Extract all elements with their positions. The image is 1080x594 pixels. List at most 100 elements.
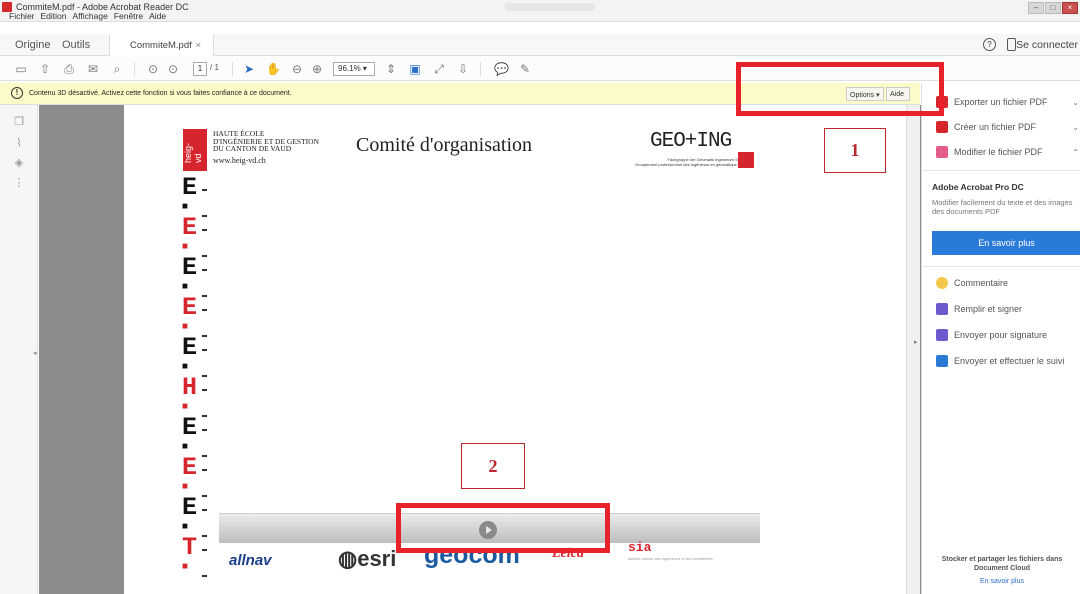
ruler-letter: T bbox=[182, 535, 212, 561]
menu-affichage[interactable]: Affichage bbox=[73, 11, 108, 21]
sia-logo: sia bbox=[628, 540, 652, 555]
chevron-down-icon[interactable]: ⌄ bbox=[1072, 123, 1079, 132]
menu-fenetre[interactable]: Fenêtre bbox=[114, 11, 143, 21]
email-icon[interactable]: ✉ bbox=[86, 62, 100, 76]
full-screen-icon[interactable]: ⤢ bbox=[432, 62, 446, 76]
esri-logo: ◍esri bbox=[338, 546, 397, 571]
menu-bar: Fichier Edition Affichage Fenêtre Aide bbox=[9, 11, 166, 21]
panel-item-label: Exporter un fichier PDF bbox=[954, 97, 1048, 107]
panel-item-label: Créer un fichier PDF bbox=[954, 122, 1037, 132]
sia-subtitle: société suisse des ingénieurs et des arc… bbox=[628, 556, 713, 561]
ruler-letter: E bbox=[182, 295, 212, 321]
panel-item-comment[interactable]: Commentaire bbox=[936, 276, 1080, 290]
mobile-link-icon[interactable] bbox=[1007, 38, 1016, 51]
school-line-3: DU CANTON DE VAUD bbox=[213, 144, 292, 153]
select-cursor-icon[interactable]: ➤ bbox=[242, 62, 256, 76]
hand-tool-icon[interactable]: ✋ bbox=[266, 62, 281, 76]
school-url: www.heig-vd.ch bbox=[213, 155, 266, 165]
panel-item-export-pdf[interactable]: Exporter un fichier PDF ⌄ bbox=[936, 95, 1080, 109]
tab-document-label: CommiteM.pdf bbox=[130, 40, 192, 51]
panel-item-send-track[interactable]: Envoyer et effectuer le suivi bbox=[936, 354, 1080, 368]
annotation-highlight-2 bbox=[396, 503, 610, 553]
geo-ing-subtitle: Fachgruppe der Geomatik Ingenieure Schwe… bbox=[600, 157, 750, 167]
ruler-tick: ■ bbox=[182, 561, 212, 577]
toolbar-divider bbox=[232, 62, 233, 76]
close-tab-icon[interactable]: × bbox=[195, 40, 201, 51]
panel-item-fill-sign[interactable]: Remplir et signer bbox=[936, 302, 1080, 316]
panel-item-label: Envoyer pour signature bbox=[954, 330, 1048, 340]
tab-home[interactable]: Origine bbox=[15, 39, 50, 51]
scroll-mode-icon[interactable]: ⇩ bbox=[456, 62, 470, 76]
document-title: Comité d'organisation bbox=[356, 134, 532, 156]
geo-ing-logo: GEO+ING bbox=[650, 130, 732, 153]
comment-tool-icon[interactable]: 💬 bbox=[494, 62, 509, 76]
sign-icon bbox=[936, 303, 948, 315]
zoom-level-select[interactable]: 96.1% ▾ bbox=[333, 62, 375, 76]
page-total: / 1 bbox=[210, 63, 219, 72]
tab-document[interactable]: CommiteM.pdf × bbox=[109, 34, 214, 56]
zoom-in-icon[interactable]: ⊕ bbox=[310, 62, 324, 76]
document-scrollbar[interactable] bbox=[906, 105, 920, 594]
title-bar: CommiteM.pdf - Adobe Acrobat Reader DC F… bbox=[0, 0, 1080, 22]
print-icon[interactable]: ⎙ bbox=[62, 62, 76, 76]
collapse-right-panel-icon[interactable]: ▸ bbox=[914, 338, 918, 346]
ruler-letter: H bbox=[182, 375, 212, 401]
panel-divider bbox=[922, 170, 1080, 171]
signin-link[interactable]: Se connecter bbox=[1016, 39, 1078, 51]
ruler-letter: E bbox=[182, 415, 212, 441]
learn-more-button[interactable]: En savoir plus bbox=[932, 231, 1080, 255]
model-tree-icon[interactable]: ⋮ bbox=[13, 176, 25, 189]
annotation-highlight-1 bbox=[736, 62, 944, 116]
tab-tools[interactable]: Outils bbox=[62, 39, 90, 51]
toolbar-divider bbox=[134, 62, 135, 76]
upload-cloud-icon[interactable]: ⇧ bbox=[38, 62, 52, 76]
pro-promo-description: Modifier facilement du texte et des imag… bbox=[932, 198, 1073, 216]
menu-aide[interactable]: Aide bbox=[149, 11, 166, 21]
panel-divider bbox=[922, 266, 1080, 267]
fit-page-icon[interactable]: ⇕ bbox=[384, 62, 398, 76]
close-window-button[interactable]: × bbox=[1062, 2, 1078, 14]
allnav-logo: allnav bbox=[229, 552, 272, 569]
warning-icon: ! bbox=[11, 87, 23, 99]
ruler-letter: E bbox=[182, 495, 212, 521]
next-page-icon[interactable]: ⊙ bbox=[166, 62, 180, 76]
minimize-button[interactable]: – bbox=[1028, 2, 1044, 14]
layers-icon[interactable]: ◈ bbox=[13, 156, 25, 169]
save-icon[interactable]: ▭ bbox=[14, 62, 28, 76]
page-thumbnails-icon[interactable]: ❐ bbox=[13, 115, 25, 128]
chevron-down-icon[interactable]: ⌄ bbox=[1072, 98, 1079, 107]
search-icon[interactable]: ⌕ bbox=[110, 62, 124, 76]
send-track-icon bbox=[936, 355, 948, 367]
panel-item-create-pdf[interactable]: Créer un fichier PDF ⌄ bbox=[936, 120, 1080, 134]
comment-icon bbox=[936, 277, 948, 289]
menu-edition[interactable]: Edition bbox=[41, 11, 67, 21]
panel-item-send-signature[interactable]: Envoyer pour signature bbox=[936, 328, 1080, 342]
fit-width-icon[interactable]: ▣ bbox=[408, 62, 422, 76]
menu-fichier[interactable]: Fichier bbox=[9, 11, 35, 21]
collapse-left-icon[interactable]: ◂ bbox=[33, 349, 37, 357]
page-number-input[interactable]: 1 bbox=[193, 62, 207, 76]
ruler-letter: E bbox=[182, 255, 212, 281]
zoom-out-icon[interactable]: ⊖ bbox=[290, 62, 304, 76]
window-controls: – □ × bbox=[1028, 2, 1078, 14]
ruler-letter: E bbox=[182, 455, 212, 481]
geo-ing-subtitle-line-2: Groupement professionnel des ingénieurs … bbox=[635, 162, 750, 167]
panel-item-edit-pdf[interactable]: Modifier le fichier PDF ⌃ bbox=[936, 145, 1080, 159]
eheig-vertical-ruler: E ■ E ■ E ■ E ■ E ■ H ■ E ■ E ■ E ■ T ■ bbox=[182, 175, 212, 583]
geo-ing-logo-mark bbox=[738, 152, 754, 168]
help-icon[interactable]: ? bbox=[983, 38, 996, 51]
chevron-up-icon[interactable]: ⌃ bbox=[1072, 148, 1079, 157]
tab-bar: Origine Outils CommiteM.pdf × ? Se conne… bbox=[0, 34, 1080, 56]
annotation-label-1: 1 bbox=[824, 128, 886, 173]
left-navigation-rail: ❐ ⌇ ◈ ⋮ ◂ bbox=[0, 105, 38, 594]
toolbar-divider bbox=[480, 62, 481, 76]
annotation-label-2: 2 bbox=[461, 443, 525, 489]
ruler-letter: E bbox=[182, 175, 212, 201]
maximize-button[interactable]: □ bbox=[1045, 2, 1061, 14]
document-cloud-text: Stocker et partager les fichiers dans Do… bbox=[941, 556, 1063, 572]
tools-pane: Exporter un fichier PDF ⌄ Créer un fichi… bbox=[921, 83, 1080, 594]
attachments-icon[interactable]: ⌇ bbox=[13, 136, 25, 149]
document-cloud-learn-more-link[interactable]: En savoir plus bbox=[928, 578, 1076, 585]
pen-tool-icon[interactable]: ✎ bbox=[518, 62, 532, 76]
previous-page-icon[interactable]: ⊙ bbox=[146, 62, 160, 76]
